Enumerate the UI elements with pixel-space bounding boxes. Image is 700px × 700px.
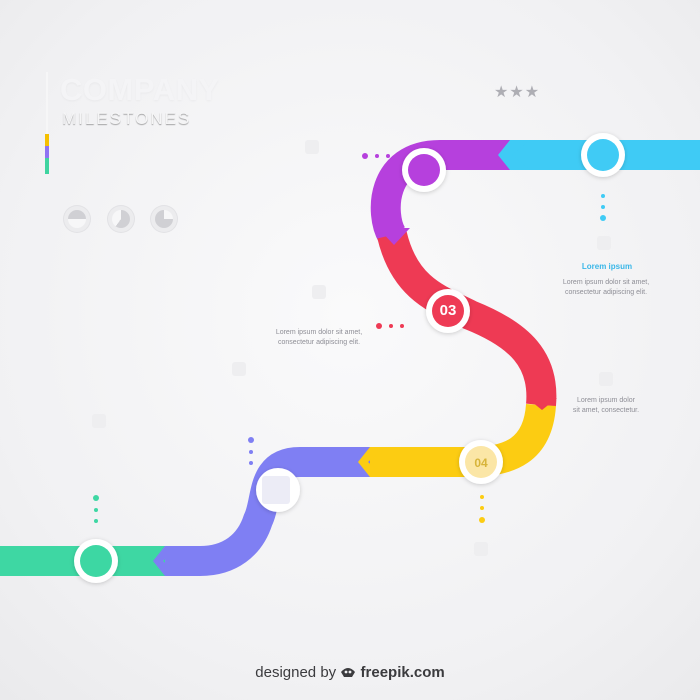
- milestone-road: [0, 133, 700, 583]
- faint-icon: [312, 285, 326, 299]
- faint-icon: [597, 236, 611, 250]
- faint-icon: [305, 140, 319, 154]
- attribution-brand: freepik.com: [360, 664, 445, 681]
- faint-icon: [92, 414, 106, 428]
- faint-icon: [599, 372, 613, 386]
- attribution: designed by freepik.com: [0, 664, 700, 681]
- faint-icon: [474, 542, 488, 556]
- freepik-logo-icon: [340, 665, 356, 677]
- attribution-prefix: designed by: [255, 664, 337, 681]
- milestone-description: Lorem ipsum dolor sit amet, consectetur …: [562, 279, 650, 296]
- milestone-description: Lorem ipsum dolor sit amet, consectetur.: [572, 397, 640, 414]
- milestone-description: Lorem ipsum dolor sit amet, consectetur …: [275, 329, 363, 346]
- milestone-number: 04: [474, 456, 488, 470]
- milestone-number: 03: [439, 302, 457, 319]
- faint-icon: [232, 362, 246, 376]
- road-segment-yellow: [370, 403, 556, 477]
- milestone-heading: Lorem ipsum: [581, 262, 633, 271]
